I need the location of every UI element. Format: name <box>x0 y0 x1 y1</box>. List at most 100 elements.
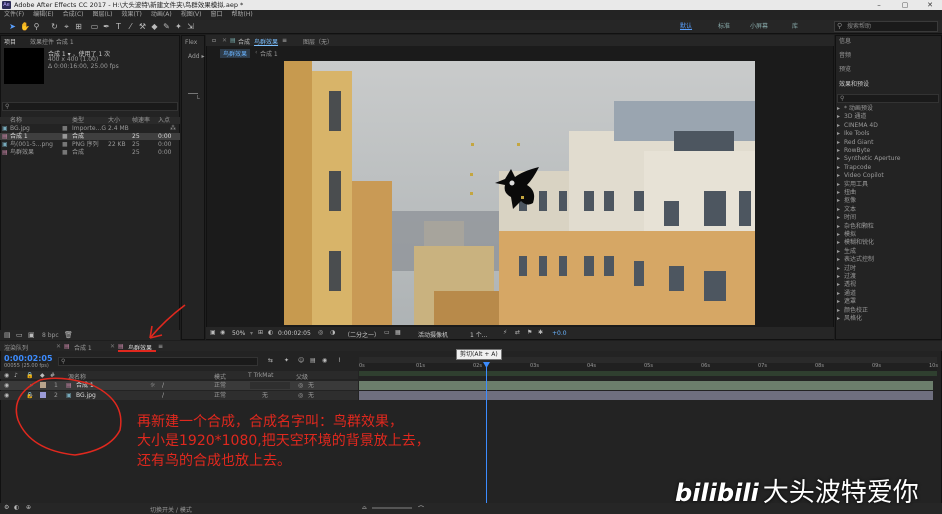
views-dropdown[interactable]: 1 个... <box>470 330 487 339</box>
roto-brush-tool-icon[interactable]: ✎ <box>162 22 171 31</box>
menu-view[interactable]: 视图(V) <box>181 10 202 20</box>
camera-dropdown[interactable]: 活动摄像机 <box>418 330 448 339</box>
fast-preview-icon[interactable]: ⚡ <box>503 329 507 336</box>
effects-list-item[interactable]: 抠像 <box>844 197 856 205</box>
tab-close-icon[interactable]: ✕ <box>222 37 227 44</box>
menu-file[interactable]: 文件(F) <box>4 10 24 20</box>
rotate-tool-icon[interactable]: ↻ <box>50 22 59 31</box>
menu-effect[interactable]: 效果(T) <box>122 10 142 20</box>
rectangle-tool-icon[interactable]: ▭ <box>90 22 99 31</box>
effects-list-item[interactable]: 遮罩 <box>844 298 856 306</box>
time-ruler[interactable]: 0s 01s 02s 03s 04s 05s 06s 07s 08s 09s 10s <box>359 363 938 371</box>
camera-tool-icon[interactable]: ⌖ <box>62 22 71 31</box>
preview-panel-header[interactable]: 预览 <box>835 65 942 75</box>
workspace-small-screen[interactable]: 小屏幕 <box>750 22 768 31</box>
effects-list-item[interactable]: CINEMA 4D <box>844 122 878 130</box>
workspace-library[interactable]: 库 <box>792 22 798 31</box>
col-size[interactable]: 大小 <box>108 117 120 124</box>
effects-list-item[interactable]: Ike Tools <box>844 130 869 138</box>
zoom-out-icon[interactable]: ⌓ <box>362 504 367 512</box>
table-row[interactable]: ▤ 鸟群效果 ■ 合成 25 0:00 <box>0 149 180 156</box>
bird-marker <box>521 196 524 199</box>
transparency-grid-icon[interactable]: ▦ <box>395 329 401 336</box>
menu-animation[interactable]: 动画(A) <box>151 10 172 20</box>
effects-list-item[interactable]: 颜色校正 <box>844 307 868 315</box>
effects-list-item[interactable]: 过时 <box>844 265 856 273</box>
effects-list-item[interactable]: 模糊和锐化 <box>844 239 874 247</box>
info-panel-header[interactable]: 信息 <box>835 37 942 47</box>
tab-effect-controls[interactable]: 效果控件 合成 1 <box>30 37 74 46</box>
menu-help[interactable]: 帮助(H) <box>232 10 253 20</box>
type-tool-icon[interactable]: T <box>114 22 123 31</box>
effects-list-item[interactable]: 3D 通道 <box>844 113 866 121</box>
col-fps[interactable]: 帧速率 <box>132 117 150 124</box>
exposure-icon[interactable]: ✱ <box>538 329 543 336</box>
subtab-bird-swarm[interactable]: 鸟群效果 <box>220 49 251 58</box>
effects-list-item[interactable]: 时间 <box>844 214 856 222</box>
menu-layer[interactable]: 图层(L) <box>93 10 113 20</box>
subtab-comp1[interactable]: 合成 1 <box>260 49 278 58</box>
col-type[interactable]: 类型 <box>72 117 84 124</box>
clone-tool-icon[interactable]: ⚒ <box>138 22 147 31</box>
workspace-default[interactable]: 默认 <box>680 22 692 31</box>
eraser-tool-icon[interactable]: ◆ <box>150 22 159 31</box>
layer-duration-bar[interactable] <box>359 381 933 390</box>
zoom-slider[interactable] <box>372 507 412 509</box>
col-name[interactable]: 名称 <box>10 117 22 124</box>
effects-list-item[interactable]: 文本 <box>844 206 856 214</box>
snap-icon[interactable]: ⇲ <box>186 22 195 31</box>
effects-list-item[interactable]: 杂色和颗粒 <box>844 223 874 231</box>
close-button[interactable]: ✕ <box>917 0 942 10</box>
effects-list-item[interactable]: 表达式控制 <box>844 256 874 264</box>
flowchart-icon[interactable]: ⚑ <box>527 329 532 336</box>
col-in[interactable]: 入点 <box>158 117 170 124</box>
timeline-link-icon[interactable]: ⇄ <box>515 329 520 336</box>
effects-list-item[interactable]: 实用工具 <box>844 181 868 189</box>
pan-behind-tool-icon[interactable]: ⊞ <box>74 22 83 31</box>
effects-list-item[interactable]: Red Giant <box>844 139 873 147</box>
tab-composition[interactable]: 合成 <box>238 37 250 46</box>
menu-window[interactable]: 窗口 <box>210 10 222 20</box>
minimize-button[interactable]: – <box>866 0 892 10</box>
table-row[interactable]: ▣ BG.jpg ■ Importe...G 2.4 MB ⁂ <box>0 125 180 132</box>
workspace-standard[interactable]: 标准 <box>718 22 730 31</box>
audio-panel-header[interactable]: 音频 <box>835 51 942 61</box>
effects-list-item[interactable]: Video Copilot <box>844 172 884 180</box>
current-time-indicator[interactable] <box>486 363 487 505</box>
maximize-button[interactable]: ▢ <box>892 0 918 10</box>
effects-list-item[interactable]: RowByte <box>844 147 870 155</box>
hand-tool-icon[interactable]: ✋ <box>20 22 30 31</box>
tab-project[interactable]: 项目 <box>4 37 16 46</box>
work-area-range[interactable] <box>359 371 937 376</box>
effects-list-item[interactable]: Trapcode <box>844 164 871 172</box>
tab-layer[interactable]: 图层（无） <box>303 37 333 46</box>
effects-list-item[interactable]: 风格化 <box>844 315 862 323</box>
pen-tool-icon[interactable]: ✒ <box>102 22 111 31</box>
exposure-value[interactable]: +0.0 <box>552 330 567 337</box>
help-search-input[interactable]: 搜索帮助 <box>834 21 938 32</box>
selection-tool-icon[interactable]: ➤ <box>8 22 17 31</box>
effects-search-input[interactable]: ⚲ <box>837 94 939 103</box>
menu-edit[interactable]: 编辑(E) <box>33 10 53 20</box>
tab-bird-swarm[interactable]: 鸟群效果 <box>254 37 278 46</box>
table-row[interactable]: ▤ 合成 1 ■ 合成 25 0:00 <box>0 133 180 140</box>
effects-list-item[interactable]: 生成 <box>844 248 856 256</box>
effects-list-item[interactable]: Synthetic Aperture <box>844 155 901 163</box>
puppet-tool-icon[interactable]: ✦ <box>174 22 183 31</box>
bird-layer[interactable] <box>493 165 547 211</box>
lock-icon[interactable]: ▫ <box>212 37 216 44</box>
brush-tool-icon[interactable]: ⁄ <box>126 22 135 31</box>
add-button[interactable]: Add ▸ <box>188 53 205 60</box>
layer-duration-bar[interactable] <box>359 391 933 400</box>
menu-icon[interactable]: ≡ <box>282 37 287 44</box>
project-columns-header: 名称 类型 大小 帧速率 入点 <box>0 117 180 124</box>
effects-list-item[interactable]: 通道 <box>844 290 856 298</box>
zoom-in-icon[interactable]: ⌒ <box>418 504 424 513</box>
menu-composition[interactable]: 合成(C) <box>63 10 84 20</box>
table-row[interactable]: ▣ 鸟(001-5...png ■ PNG 序列 22 KB 25 0:00 <box>0 141 180 148</box>
effects-list-item[interactable]: 透视 <box>844 281 856 289</box>
roi-icon[interactable]: ▭ <box>384 329 390 336</box>
zoom-tool-icon[interactable]: ⚲ <box>32 22 41 31</box>
effects-panel-header[interactable]: 效果和预设 <box>835 80 942 90</box>
project-search-input[interactable]: ⚲ <box>2 102 178 111</box>
